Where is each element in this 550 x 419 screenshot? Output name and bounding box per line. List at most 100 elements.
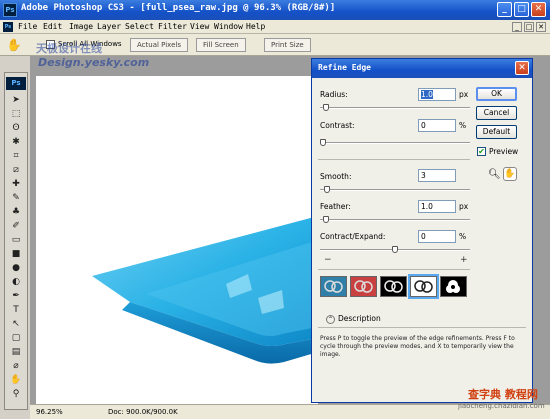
- zoom-icon[interactable]: ⚲: [9, 389, 23, 400]
- contrast-slider-thumb[interactable]: [320, 139, 326, 146]
- photoshop-badge: Ps: [6, 77, 26, 90]
- preview-label: Preview: [489, 147, 519, 156]
- document-icon: Ps: [3, 22, 13, 32]
- contract-expand-slider-thumb[interactable]: [392, 246, 398, 253]
- hand-icon[interactable]: ✋: [6, 37, 22, 53]
- smooth-slider-thumb[interactable]: [324, 186, 331, 193]
- contract-expand-unit: %: [459, 232, 467, 241]
- hand-icon[interactable]: ✋: [503, 167, 517, 181]
- description-header: Description: [338, 314, 381, 323]
- on-white-mode-button[interactable]: [408, 274, 439, 299]
- notes-icon[interactable]: ▤: [9, 347, 23, 358]
- marquee-icon[interactable]: ⬚: [9, 109, 23, 120]
- minimize-button[interactable]: _: [497, 2, 512, 17]
- watermark-url: Design.yesky.com: [38, 56, 150, 69]
- document-canvas[interactable]: [36, 76, 318, 404]
- magic-wand-icon[interactable]: ✱: [9, 137, 23, 148]
- type-icon[interactable]: T: [9, 305, 23, 316]
- collapse-icon: ⌃: [326, 314, 335, 324]
- dialog-title: Refine Edge: [318, 63, 371, 72]
- menu-select[interactable]: Select: [125, 22, 154, 31]
- doc-restore-button[interactable]: □: [524, 22, 534, 32]
- doc-close-button[interactable]: ✕: [536, 22, 546, 32]
- feather-label: Feather:: [320, 202, 351, 211]
- site-logo: 查字典 教程网: [468, 388, 538, 401]
- standard-mode-button[interactable]: [320, 276, 347, 297]
- dodge-icon[interactable]: ◐: [9, 277, 23, 288]
- zoom-level[interactable]: 96.25%: [36, 408, 63, 416]
- ok-button[interactable]: OK: [476, 87, 517, 101]
- actual-pixels-button[interactable]: Actual Pixels: [130, 38, 188, 52]
- refine-edge-dialog: Refine Edge ✕ Radius: 1.0 px Contrast: 0…: [311, 58, 533, 403]
- minus-label: −: [324, 255, 332, 265]
- menu-file[interactable]: File: [18, 22, 37, 31]
- toolbox: Ps ➤ ⬚ ʘ ✱ ⌗ ⧄ ✚ ✎ ♣ ✐ ▭ ■ ● ◐ ✒ T ↖ ▢ ▤ ⌀ ✋ ⚲: [4, 72, 28, 410]
- feather-input[interactable]: 1.0: [418, 200, 456, 213]
- healing-icon[interactable]: ✚: [9, 179, 23, 190]
- menu-filter[interactable]: Filter: [158, 22, 187, 31]
- menu-layer[interactable]: Layer: [97, 22, 121, 31]
- contrast-input[interactable]: 0: [418, 119, 456, 132]
- mask-mode-button[interactable]: [440, 276, 467, 297]
- feather-unit: px: [459, 202, 469, 211]
- smooth-input[interactable]: 3: [418, 169, 456, 182]
- on-black-mode-icon: [381, 277, 406, 296]
- maximize-button[interactable]: □: [514, 2, 529, 17]
- contract-expand-input[interactable]: 0: [418, 230, 456, 243]
- lasso-icon[interactable]: ʘ: [9, 123, 23, 134]
- hand-icon[interactable]: ✋: [9, 375, 23, 386]
- cancel-button[interactable]: Cancel: [476, 106, 517, 120]
- path-select-icon[interactable]: ↖: [9, 319, 23, 330]
- contract-expand-label: Contract/Expand:: [320, 232, 386, 241]
- on-black-mode-button[interactable]: [380, 276, 407, 297]
- description-toggle[interactable]: ⌃ Description: [326, 314, 381, 324]
- radius-input[interactable]: 1.0: [418, 88, 456, 101]
- gradient-icon[interactable]: ■: [9, 249, 23, 260]
- preview-checkbox[interactable]: ✔: [477, 147, 486, 156]
- section-divider: [318, 269, 470, 270]
- contrast-unit: %: [459, 121, 467, 130]
- feather-slider-thumb[interactable]: [322, 216, 329, 223]
- contrast-slider-track[interactable]: [320, 142, 470, 144]
- zoom-icon[interactable]: 🔍︎: [488, 169, 501, 180]
- menu-window[interactable]: Window: [214, 22, 243, 31]
- stamp-icon[interactable]: ♣: [9, 207, 23, 218]
- print-size-button[interactable]: Print Size: [264, 38, 311, 52]
- dialog-title-bar[interactable]: Refine Edge ✕: [312, 59, 532, 78]
- fill-screen-button[interactable]: Fill Screen: [196, 38, 246, 52]
- radius-slider-thumb[interactable]: [322, 104, 329, 111]
- tray-image: [92, 216, 318, 364]
- menu-view[interactable]: View: [190, 22, 209, 31]
- menu-help[interactable]: Help: [246, 22, 265, 31]
- pen-icon[interactable]: ✒: [9, 291, 23, 302]
- history-brush-icon[interactable]: ✐: [9, 221, 23, 232]
- smooth-slider-track[interactable]: [320, 189, 470, 191]
- radius-label: Radius:: [320, 90, 348, 99]
- menu-edit[interactable]: Edit: [43, 22, 62, 31]
- smooth-label: Smooth:: [320, 172, 352, 181]
- feather-slider-track[interactable]: [320, 219, 470, 221]
- eyedropper-icon[interactable]: ⌀: [9, 361, 23, 372]
- watermark-text: 天极设计在线: [36, 42, 102, 55]
- quick-mask-mode-button[interactable]: [350, 276, 377, 297]
- eraser-icon[interactable]: ▭: [9, 235, 23, 246]
- move-icon[interactable]: ➤: [9, 95, 23, 106]
- blur-icon[interactable]: ●: [9, 263, 23, 274]
- on-white-mode-icon: [411, 277, 436, 296]
- doc-minimize-button[interactable]: _: [512, 22, 522, 32]
- close-button[interactable]: ✕: [531, 2, 546, 17]
- crop-icon[interactable]: ⌗: [9, 151, 23, 162]
- site-url: jiaocheng.chazidian.com: [458, 402, 545, 410]
- radius-slider-track[interactable]: [320, 107, 470, 109]
- default-button[interactable]: Default: [476, 125, 517, 139]
- slice-icon[interactable]: ⧄: [9, 165, 23, 176]
- standard-mode-icon: [321, 277, 346, 296]
- shape-icon[interactable]: ▢: [9, 333, 23, 344]
- doc-size: Doc: 900.0K/900.0K: [108, 408, 178, 416]
- menu-image[interactable]: Image: [69, 22, 93, 31]
- photoshop-app-icon: Ps: [3, 3, 17, 17]
- radius-unit: px: [459, 90, 469, 99]
- plus-label: +: [460, 255, 468, 265]
- brush-icon[interactable]: ✎: [9, 193, 23, 204]
- dialog-close-button[interactable]: ✕: [515, 61, 529, 75]
